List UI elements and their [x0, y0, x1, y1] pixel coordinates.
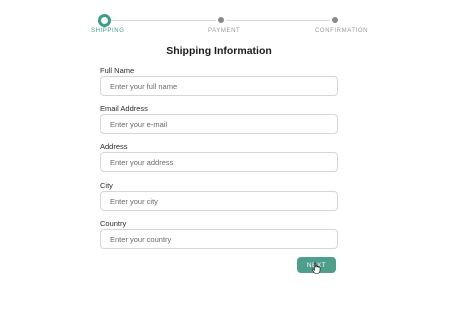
hand-pointer-icon — [311, 262, 321, 274]
step-payment-dot[interactable] — [218, 17, 224, 23]
stepper-connector — [110, 20, 216, 21]
step-payment-label[interactable]: PAYMENT — [208, 28, 240, 34]
email-input[interactable] — [100, 114, 338, 134]
stepper-connector — [226, 20, 330, 21]
step-shipping-dot[interactable] — [98, 14, 111, 27]
checkout-stepper: SHIPPING PAYMENT CONFIRMATION — [0, 0, 474, 40]
page-title: Shipping Information — [166, 45, 272, 57]
city-label: City — [100, 181, 113, 190]
city-input[interactable] — [100, 191, 338, 211]
country-input[interactable] — [100, 229, 338, 249]
country-label: Country — [100, 219, 127, 228]
full-name-input[interactable] — [100, 76, 338, 96]
email-label: Email Address — [100, 104, 148, 113]
address-label: Address — [100, 142, 128, 151]
step-shipping-label[interactable]: SHIPPING — [91, 28, 124, 34]
step-confirmation-label[interactable]: CONFIRMATION — [315, 28, 368, 34]
full-name-label: Full Name — [100, 66, 135, 75]
step-confirmation-dot[interactable] — [332, 17, 338, 23]
address-input[interactable] — [100, 152, 338, 172]
